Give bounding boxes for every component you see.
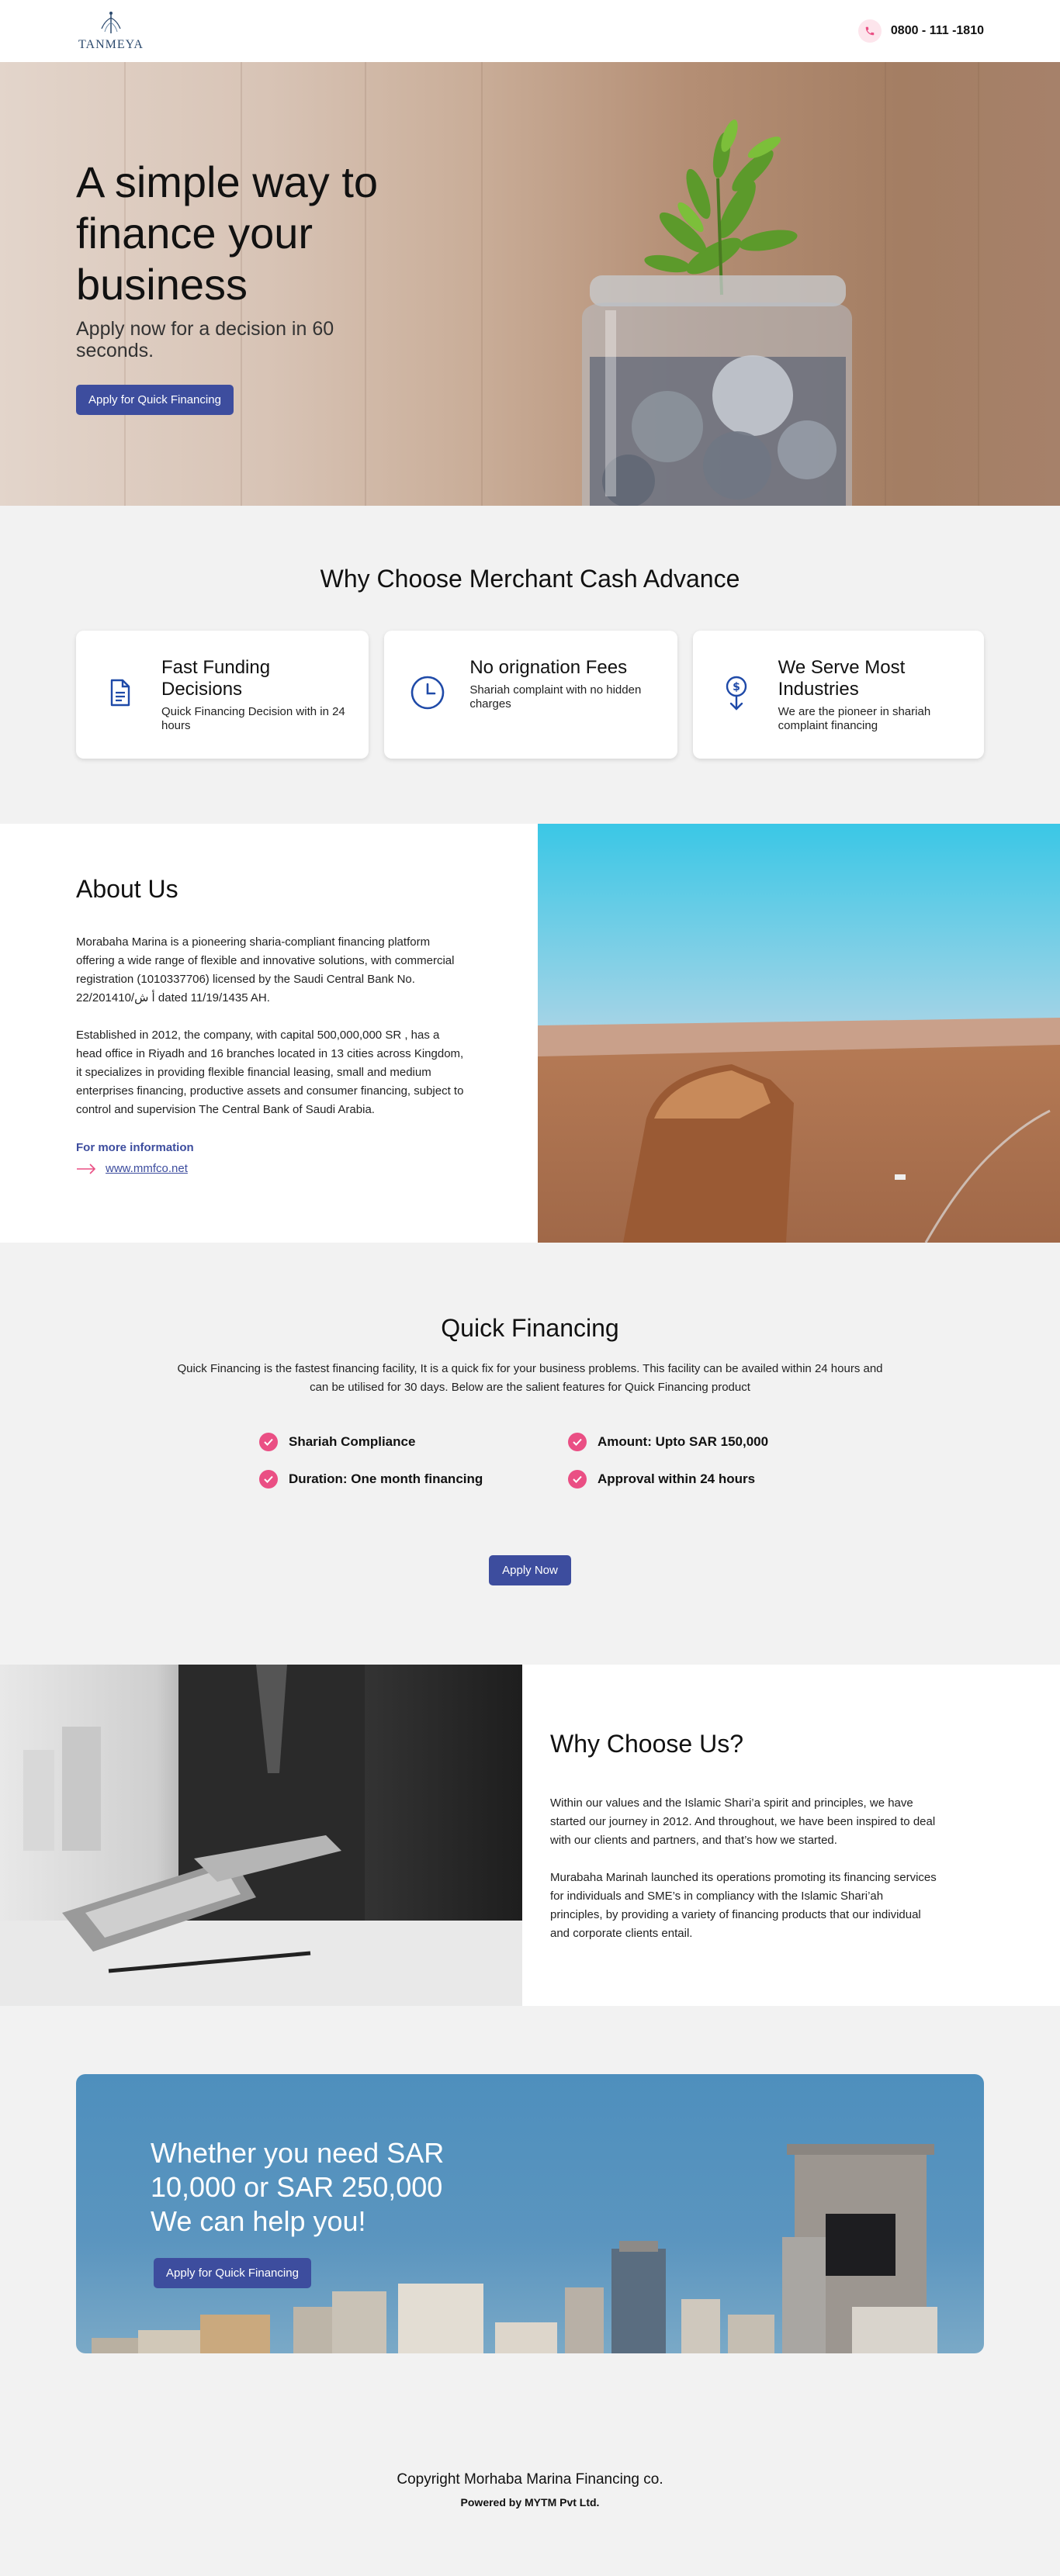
- card-desc: Shariah complaint with no hidden charges: [469, 683, 642, 711]
- hero-subtitle: Apply now for a decision in 60 seconds.: [76, 318, 334, 361]
- features-grid: Shariah Compliance Amount: Upto SAR 150,…: [259, 1433, 801, 1489]
- card-title: We Serve Most Industries: [778, 657, 906, 700]
- why-choose-us-paragraph: Murabaha Marinah launched its operations…: [550, 1871, 937, 1940]
- check-icon: [259, 1470, 278, 1489]
- quick-financing-desc: Quick Financing is the fastest financing…: [177, 1362, 883, 1394]
- feature-item: Shariah Compliance: [259, 1433, 568, 1451]
- phone-number: 0800 - 111 -1810: [890, 24, 984, 37]
- feature-label: Amount: Upto SAR 150,000: [598, 1434, 769, 1449]
- cta-banner: Whether you need SAR 10,000 or SAR 250,0…: [76, 2074, 984, 2353]
- why-mca-title: Why Choose Merchant Cash Advance: [320, 565, 740, 593]
- site-footer: Copyright Morhaba Marina Financing co. P…: [0, 2471, 1060, 2576]
- why-choose-us-section: Why Choose Us? Within our values and the…: [0, 1665, 1060, 2006]
- website-link[interactable]: www.mmfco.net: [106, 1162, 188, 1175]
- feature-item: Amount: Upto SAR 150,000: [568, 1433, 801, 1451]
- feature-card: Fast Funding Decisions Quick Financing D…: [76, 631, 369, 759]
- about-section: About Us Morabaha Marina is a pioneering…: [0, 824, 1060, 1243]
- feature-item: Approval within 24 hours: [568, 1470, 801, 1489]
- desert-cliff-image: [538, 824, 1060, 1243]
- logo[interactable]: TANMEYA: [76, 10, 146, 52]
- phone-icon: [857, 19, 882, 43]
- why-choose-us-title: Why Choose Us?: [550, 1730, 743, 1758]
- site-header: TANMEYA 0800 - 111 -1810: [0, 0, 1060, 62]
- about-title: About Us: [76, 875, 178, 903]
- card-title: Fast Funding Decisions: [161, 657, 271, 700]
- feature-item: Duration: One month financing: [259, 1470, 568, 1489]
- check-icon: [259, 1433, 278, 1451]
- hero-section: A simple way to finance your business Ap…: [0, 62, 1060, 506]
- copyright-text: Copyright Morhaba Marina Financing co.: [397, 2471, 663, 2488]
- why-mca-section: Why Choose Merchant Cash Advance Fast Fu…: [0, 506, 1060, 824]
- logo-text: TANMEYA: [78, 38, 144, 51]
- dollar-down-icon: $: [726, 676, 747, 711]
- more-info-label: For more information: [76, 1141, 194, 1154]
- card-title: No orignation Fees: [469, 657, 628, 678]
- arrow-right-icon: [77, 1163, 96, 1174]
- card-desc: We are the pioneer in shariah complaint …: [778, 705, 931, 732]
- apply-quick-financing-button[interactable]: Apply for Quick Financing: [76, 385, 234, 415]
- feature-label: Duration: One month financing: [289, 1471, 483, 1486]
- apply-now-button[interactable]: Apply Now: [489, 1555, 571, 1585]
- svg-text:$: $: [733, 681, 740, 693]
- quick-financing-title: Quick Financing: [441, 1314, 619, 1342]
- more-info-link-row: www.mmfco.net: [76, 1162, 462, 1175]
- clock-icon: [411, 676, 445, 710]
- feature-card: No orignation Fees Shariah complaint wit…: [384, 631, 677, 759]
- quick-financing-section: Quick Financing Quick Financing is the f…: [0, 1243, 1060, 1665]
- why-choose-us-paragraph: Within our values and the Islamic Shari’…: [550, 1796, 936, 1847]
- feature-label: Shariah Compliance: [289, 1434, 416, 1449]
- about-paragraph: Established in 2012, the company, with c…: [76, 1029, 464, 1116]
- about-paragraph: Morabaha Marina is a pioneering sharia-c…: [76, 935, 455, 1004]
- banner-title: Whether you need SAR 10,000 or SAR 250,0…: [151, 2137, 445, 2237]
- powered-by-text: Powered by MYTM Pvt Ltd.: [460, 2496, 600, 2509]
- check-icon: [568, 1470, 587, 1489]
- plant-jar-image: [582, 119, 853, 506]
- businessman-tablet-image: [0, 1665, 522, 2006]
- document-icon: [110, 679, 130, 707]
- card-desc: Quick Financing Decision with in 24 hour…: [161, 705, 345, 732]
- feature-label: Approval within 24 hours: [598, 1471, 756, 1486]
- logo-mark-icon: [101, 12, 121, 33]
- phone-contact[interactable]: 0800 - 111 -1810: [857, 19, 984, 43]
- feature-card: $ We Serve Most Industries We are the pi…: [692, 631, 984, 759]
- hero-title: A simple way to finance your business: [76, 157, 379, 309]
- banner-apply-button[interactable]: Apply for Quick Financing: [154, 2258, 311, 2288]
- cta-banner-section: Whether you need SAR 10,000 or SAR 250,0…: [0, 2006, 1060, 2471]
- check-icon: [568, 1433, 587, 1451]
